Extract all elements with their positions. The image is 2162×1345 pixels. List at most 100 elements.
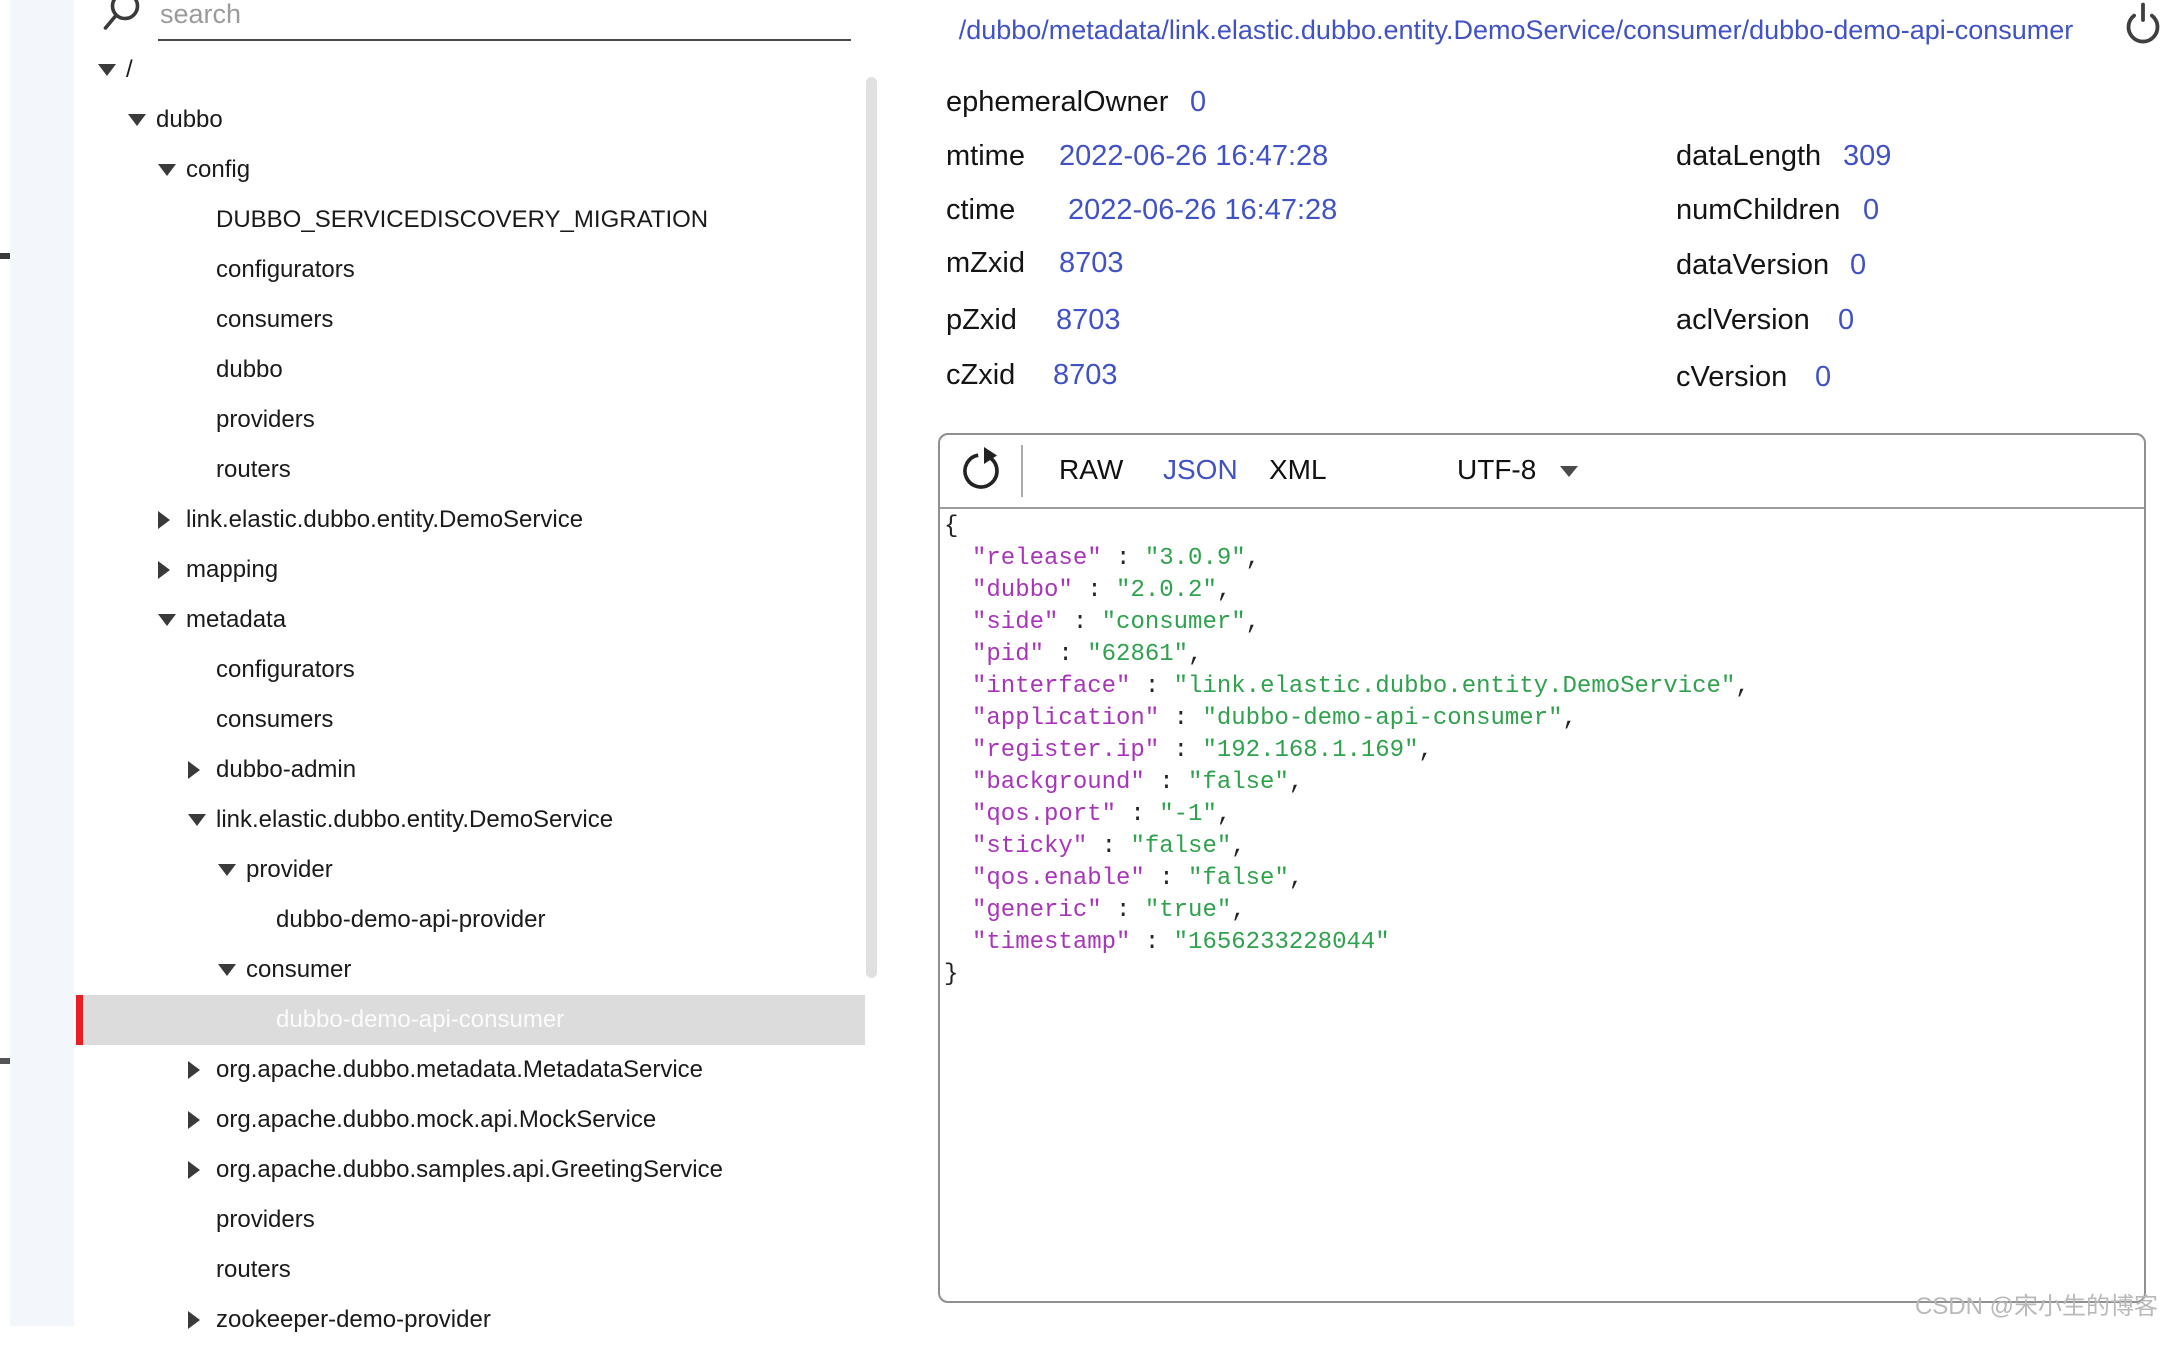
tree-collapse-arrow-icon[interactable]: [158, 614, 186, 626]
tree-item-label: dubbo: [216, 356, 283, 384]
tree-expand-arrow-icon[interactable]: [188, 1061, 216, 1079]
json-key: "timestamp": [972, 929, 1130, 956]
json-colon: :: [1102, 897, 1145, 924]
refresh-icon[interactable]: [956, 446, 1006, 496]
tab-json[interactable]: JSON: [1163, 454, 1238, 486]
stat-label: dataVersion: [1676, 249, 1829, 282]
tree-item[interactable]: consumers: [76, 695, 865, 745]
tree-expand-arrow-icon[interactable]: [158, 561, 186, 579]
tree-expand-arrow-icon[interactable]: [188, 761, 216, 779]
json-comma: ,: [1735, 673, 1749, 700]
tree-item[interactable]: consumer: [76, 945, 865, 995]
stat-value: 8703: [1056, 304, 1121, 337]
tree-expand-arrow-icon[interactable]: [158, 511, 186, 529]
json-viewer: {"release" : "3.0.9","dubbo" : "2.0.2","…: [940, 511, 2144, 991]
json-colon: :: [1116, 801, 1159, 828]
tab-raw[interactable]: RAW: [1059, 454, 1123, 486]
json-value: "false": [1130, 833, 1231, 860]
stat-value: 0: [1815, 361, 1831, 394]
stat-label: ephemeralOwner: [946, 86, 1168, 119]
stat-value: 2022-06-26 16:47:28: [1059, 140, 1328, 173]
tree-expand-arrow-icon[interactable]: [188, 1311, 216, 1329]
tree-item[interactable]: routers: [76, 445, 865, 495]
tree-collapse-arrow-icon[interactable]: [188, 814, 216, 826]
json-comma: ,: [1563, 705, 1577, 732]
tree-item[interactable]: consumers: [76, 295, 865, 345]
triangle-glyph: [188, 814, 206, 826]
json-line: "timestamp" : "1656233228044": [940, 927, 2144, 959]
json-colon: :: [1087, 833, 1130, 860]
app-window: { "window": { "watermark": "CSDN @宋小生的博客…: [0, 0, 2162, 1326]
tree-item[interactable]: configurators: [76, 645, 865, 695]
tree-item[interactable]: mapping: [76, 545, 865, 595]
chevron-down-icon[interactable]: [1560, 466, 1578, 477]
tree-item[interactable]: org.apache.dubbo.mock.api.MockService: [76, 1095, 865, 1145]
stat-label: mtime: [946, 140, 1025, 173]
tree-item[interactable]: DUBBO_SERVICEDISCOVERY_MIGRATION: [76, 195, 865, 245]
tree-item[interactable]: org.apache.dubbo.samples.api.GreetingSer…: [76, 1145, 865, 1195]
watermark: CSDN @宋小生的博客: [1915, 1286, 2158, 1321]
triangle-glyph: [218, 964, 236, 976]
triangle-glyph: [188, 1161, 200, 1179]
tree-item[interactable]: link.elastic.dubbo.entity.DemoService: [76, 495, 865, 545]
stat-label: dataLength: [1676, 140, 1821, 173]
triangle-glyph: [188, 1111, 200, 1129]
tree-item-label: org.apache.dubbo.mock.api.MockService: [216, 1106, 656, 1134]
json-line: "pid" : "62861",: [940, 639, 2144, 671]
tab-xml[interactable]: XML: [1269, 454, 1327, 486]
json-colon: :: [1073, 577, 1116, 604]
json-line: "dubbo" : "2.0.2",: [940, 575, 2144, 607]
tree-item[interactable]: config: [76, 145, 865, 195]
json-value: "62861": [1087, 641, 1188, 668]
tree-item[interactable]: providers: [76, 395, 865, 445]
tree-collapse-arrow-icon[interactable]: [218, 864, 246, 876]
encoding-select[interactable]: UTF-8: [1457, 454, 1536, 486]
tree-collapse-arrow-icon[interactable]: [128, 114, 156, 126]
tree-item[interactable]: link.elastic.dubbo.entity.DemoService: [76, 795, 865, 845]
json-value: "dubbo-demo-api-consumer": [1202, 705, 1562, 732]
json-key: "side": [972, 609, 1058, 636]
tree-collapse-arrow-icon[interactable]: [98, 64, 126, 76]
tree-scrollbar-thumb[interactable]: [866, 77, 877, 978]
tree-item[interactable]: configurators: [76, 245, 865, 295]
power-button[interactable]: [2120, 1, 2162, 49]
triangle-glyph: [158, 614, 176, 626]
stat-left-row: ephemeralOwner0: [946, 82, 1646, 122]
stat-left-row: cZxid8703: [946, 355, 1646, 395]
tree-item[interactable]: dubbo-demo-api-provider: [76, 895, 865, 945]
tree-item[interactable]: dubbo: [76, 95, 865, 145]
tree-expand-arrow-icon[interactable]: [188, 1161, 216, 1179]
tree-expand-arrow-icon[interactable]: [188, 1111, 216, 1129]
json-key: "pid": [972, 641, 1044, 668]
stat-left-row: ctime2022-06-26 16:47:28: [946, 190, 1646, 230]
json-key: "qos.enable": [972, 865, 1145, 892]
tree-item[interactable]: /: [76, 45, 865, 95]
json-comma: ,: [1217, 801, 1231, 828]
stat-label: cVersion: [1676, 361, 1787, 394]
json-value: "2.0.2": [1116, 577, 1217, 604]
stat-label: numChildren: [1676, 194, 1840, 227]
tree-item[interactable]: zookeeper-demo-provider: [76, 1295, 865, 1345]
tree-item[interactable]: metadata: [76, 595, 865, 645]
tree-item[interactable]: org.apache.dubbo.metadata.MetadataServic…: [76, 1045, 865, 1095]
json-key: "dubbo": [972, 577, 1073, 604]
tree-item[interactable]: dubbo: [76, 345, 865, 395]
tree-item-label: org.apache.dubbo.samples.api.GreetingSer…: [216, 1156, 723, 1184]
tree-item[interactable]: dubbo-admin: [76, 745, 865, 795]
tree-item[interactable]: providers: [76, 1195, 865, 1245]
json-key: "register.ip": [972, 737, 1159, 764]
tree-item-selected[interactable]: dubbo-demo-api-consumer: [76, 995, 865, 1045]
tree-item-label: link.elastic.dubbo.entity.DemoService: [186, 506, 583, 534]
json-line-brace: }: [940, 959, 2144, 991]
tree-item[interactable]: provider: [76, 845, 865, 895]
triangle-glyph: [158, 164, 176, 176]
tree-item-label: dubbo-demo-api-consumer: [276, 1006, 564, 1034]
tree-collapse-arrow-icon[interactable]: [158, 164, 186, 176]
json-line: "sticky" : "false",: [940, 831, 2144, 863]
triangle-glyph: [158, 511, 170, 529]
node-data-panel: RAW JSON XML UTF-8 {"release" : "3.0.9",…: [938, 433, 2146, 1303]
tree-collapse-arrow-icon[interactable]: [218, 964, 246, 976]
tree-item[interactable]: routers: [76, 1245, 865, 1295]
json-colon: :: [1102, 545, 1145, 572]
json-comma: ,: [1289, 865, 1303, 892]
